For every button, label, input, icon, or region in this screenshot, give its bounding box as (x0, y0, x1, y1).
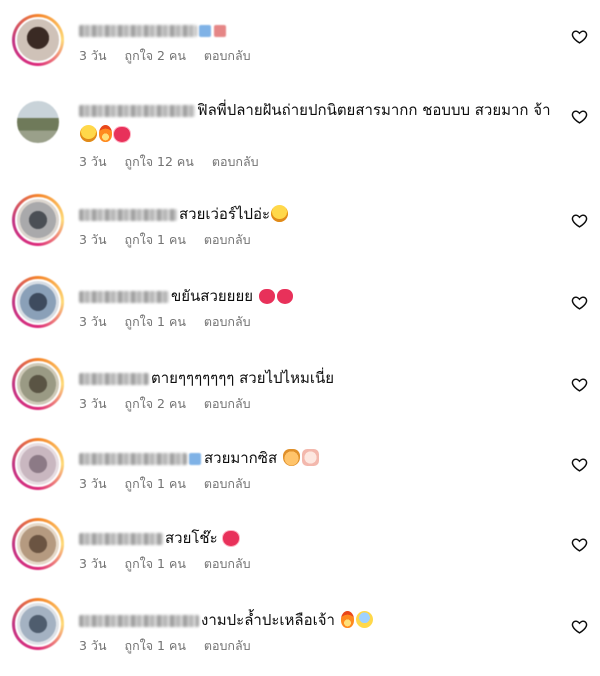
comment-time: 3 วัน (79, 476, 107, 491)
comment-time: 3 วัน (79, 48, 107, 63)
like-heart-icon[interactable] (571, 536, 588, 553)
comment-time: 3 วัน (79, 638, 107, 653)
heart-eyes-emoji (271, 205, 289, 222)
username[interactable] (79, 614, 199, 627)
avatar[interactable] (12, 518, 64, 570)
comment-time: 3 วัน (79, 396, 107, 411)
reply-button[interactable]: ตอบกลับ (204, 314, 251, 329)
likes-count[interactable]: ถูกใจ 1 คน (125, 556, 186, 571)
username[interactable] (79, 290, 169, 303)
like-heart-icon[interactable] (571, 108, 588, 125)
username[interactable] (79, 104, 195, 117)
comment-text: สวยมากซิส (204, 449, 278, 467)
verified-blue-icon (189, 452, 201, 465)
username[interactable] (79, 24, 197, 37)
likes-count[interactable]: ถูกใจ 2 คน (125, 48, 186, 63)
like-heart-icon[interactable] (571, 618, 588, 635)
scream-emoji (355, 611, 373, 628)
avatar[interactable] (12, 14, 64, 66)
reply-button[interactable]: ตอบกลับ (204, 48, 251, 63)
heart-emoji (258, 289, 275, 304)
heart-emoji (276, 289, 293, 304)
likes-count[interactable]: ถูกใจ 1 คน (125, 314, 186, 329)
comment-time: 3 วัน (79, 154, 107, 169)
fire-emoji (340, 611, 354, 628)
heart-red-icon (214, 24, 226, 37)
likes-count[interactable]: ถูกใจ 12 คน (125, 154, 194, 169)
comment-text: งามปะล้ำปะเหลือเจ้า (201, 611, 335, 629)
like-heart-icon[interactable] (571, 212, 588, 229)
comment-text: สวยโช๊ะ (165, 529, 218, 547)
like-heart-icon[interactable] (571, 376, 588, 393)
likes-count[interactable]: ถูกใจ 1 คน (125, 638, 186, 653)
verified-blue-icon (199, 24, 211, 37)
comment-time: 3 วัน (79, 314, 107, 329)
like-heart-icon[interactable] (571, 294, 588, 311)
reply-button[interactable]: ตอบกลับ (204, 638, 251, 653)
username[interactable] (79, 372, 149, 385)
sparkling-heart-emoji (114, 127, 130, 142)
comment-text: ขยันสวยยยย (171, 287, 254, 305)
avatar[interactable] (12, 438, 64, 490)
reply-button[interactable]: ตอบกลับ (212, 154, 259, 169)
reply-button[interactable]: ตอบกลับ (204, 396, 251, 411)
fire-emoji (99, 125, 112, 142)
like-heart-icon[interactable] (571, 28, 588, 45)
reply-button[interactable]: ตอบกลับ (204, 232, 251, 247)
username[interactable] (79, 452, 187, 465)
sparkling-heart-emoji (223, 531, 240, 546)
username[interactable] (79, 532, 163, 545)
username[interactable] (79, 208, 177, 221)
comment-time: 3 วัน (79, 232, 107, 247)
cat-emoji (282, 449, 300, 466)
comment-time: 3 วัน (79, 556, 107, 571)
avatar[interactable] (12, 194, 64, 246)
like-heart-icon[interactable] (571, 456, 588, 473)
reply-button[interactable]: ตอบกลับ (204, 556, 251, 571)
likes-count[interactable]: ถูกใจ 1 คน (125, 232, 186, 247)
heart-eyes-emoji (80, 125, 97, 142)
comment-text: สวยเว่อร์ไปอ่ะ (179, 205, 271, 223)
avatar[interactable] (12, 598, 64, 650)
likes-count[interactable]: ถูกใจ 2 คน (125, 396, 186, 411)
comment-text: ตายๆๆๆๆๆๆๆ สวยไปไหมเนี่ย (151, 369, 335, 387)
avatar[interactable] (12, 358, 64, 410)
comment-text: ฟิลพี่ปลายฝันถ่ายปกนิตยสารมากก ชอบบบ สวย… (197, 101, 551, 119)
heart-hands-emoji (301, 449, 319, 466)
likes-count[interactable]: ถูกใจ 1 คน (125, 476, 186, 491)
avatar[interactable] (12, 96, 64, 148)
reply-button[interactable]: ตอบกลับ (204, 476, 251, 491)
avatar[interactable] (12, 276, 64, 328)
